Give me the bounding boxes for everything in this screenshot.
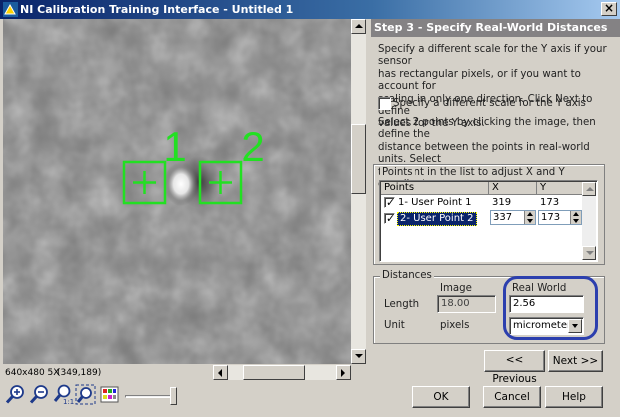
column-header-x[interactable]: X [489, 182, 537, 195]
zoom-1to1-tool[interactable]: 1:1 [53, 384, 74, 405]
scroll-right-button[interactable] [336, 365, 351, 380]
window-title: NI Calibration Training Interface - Unti… [20, 3, 294, 16]
column-header-y[interactable]: Y [537, 182, 584, 195]
arrow-left-icon [218, 369, 222, 377]
scroll-up-button[interactable] [351, 19, 366, 34]
help-button[interactable]: Help [545, 386, 603, 408]
arrow-down-icon [355, 354, 363, 358]
zoom-fit-tool[interactable] [75, 384, 96, 405]
zoom-in-icon [5, 385, 24, 404]
zoom-in-tool[interactable] [5, 384, 26, 405]
point-2-y-stepper[interactable]: 173 [538, 210, 582, 225]
zoom-slider-track[interactable] [125, 395, 173, 398]
point-1-x[interactable]: 319 [492, 197, 511, 209]
points-group-label: Points [380, 167, 415, 180]
previous-button[interactable]: << Previous [484, 350, 545, 385]
point-2-x-stepper[interactable]: 337 [490, 210, 536, 225]
length-label: Length [384, 299, 420, 310]
title-bar: NI Calibration Training Interface - Unti… [0, 0, 620, 19]
x-spin-buttons[interactable] [524, 211, 535, 224]
app-icon [3, 2, 18, 17]
point-1-y[interactable]: 173 [540, 197, 559, 209]
zoom-slider-thumb[interactable] [170, 387, 177, 405]
zoom-fit-icon [75, 384, 96, 405]
cursor-coordinates: (349,189) [57, 368, 102, 378]
calibration-image[interactable]: 1 2 [3, 19, 351, 364]
cancel-button[interactable]: Cancel [483, 386, 541, 408]
y-scale-checkbox-label[interactable]: Specify a different scale for the Y axis [393, 98, 586, 110]
zoom-out-tool[interactable] [29, 384, 50, 405]
table-scroll-up[interactable] [582, 182, 596, 196]
point-2-name[interactable]: 2- User Point 2 [397, 212, 477, 226]
viewer-horizontal-scrollbar[interactable] [213, 365, 366, 380]
points-table-scrollbar[interactable] [582, 182, 596, 260]
table-scroll-down[interactable] [582, 246, 596, 260]
point-2-x[interactable]: 337 [493, 212, 512, 223]
point-1-checkbox[interactable] [384, 196, 395, 209]
column-header-points[interactable]: Points [381, 182, 489, 195]
close-button[interactable]: × [601, 2, 617, 16]
image-column-header: Image [440, 283, 472, 294]
arrow-up-icon [586, 187, 594, 191]
horizontal-scroll-thumb[interactable] [243, 365, 305, 380]
zoom-out-icon [29, 385, 48, 404]
vertical-scroll-thumb[interactable] [351, 124, 366, 194]
arrow-down-icon [586, 251, 594, 255]
step-header: Step 3 - Specify Real-World Distances [371, 19, 620, 37]
close-icon: × [603, 1, 615, 15]
scroll-corner [351, 365, 366, 380]
image-size-info: 640x480 5X [5, 368, 60, 378]
y-scale-checkbox[interactable] [378, 97, 391, 110]
next-button[interactable]: Next >> [548, 350, 603, 372]
svg-text:1:1: 1:1 [63, 398, 74, 405]
scroll-left-button[interactable] [213, 365, 228, 380]
length-image-value: 18.00 [441, 298, 470, 309]
marker-1-label: 1 [163, 123, 186, 170]
arrow-up-icon [355, 24, 363, 28]
scroll-down-button[interactable] [351, 349, 366, 364]
point-1-name[interactable]: 1- User Point 1 [398, 197, 472, 209]
unit-image-value: pixels [440, 320, 470, 331]
unit-label: Unit [384, 320, 405, 331]
zoom-1to1-icon: 1:1 [53, 384, 74, 405]
palette-icon [100, 386, 119, 403]
point-2-y[interactable]: 173 [541, 212, 560, 223]
marker-2-label: 2 [241, 123, 264, 170]
real-world-highlight [503, 276, 598, 340]
point-2-checkbox[interactable] [384, 212, 395, 225]
palette-tool[interactable] [99, 384, 120, 405]
image-viewer[interactable]: 1 2 [3, 19, 351, 364]
points-table[interactable]: Points X Y 1- User Point 1 319 173 2- Us… [379, 180, 598, 262]
arrow-right-icon [341, 369, 345, 377]
viewer-vertical-scrollbar[interactable] [351, 19, 366, 364]
ok-button[interactable]: OK [412, 386, 470, 408]
length-image-field: 18.00 [437, 295, 496, 313]
distances-group-label: Distances [380, 270, 434, 283]
y-spin-buttons[interactable] [570, 211, 581, 224]
